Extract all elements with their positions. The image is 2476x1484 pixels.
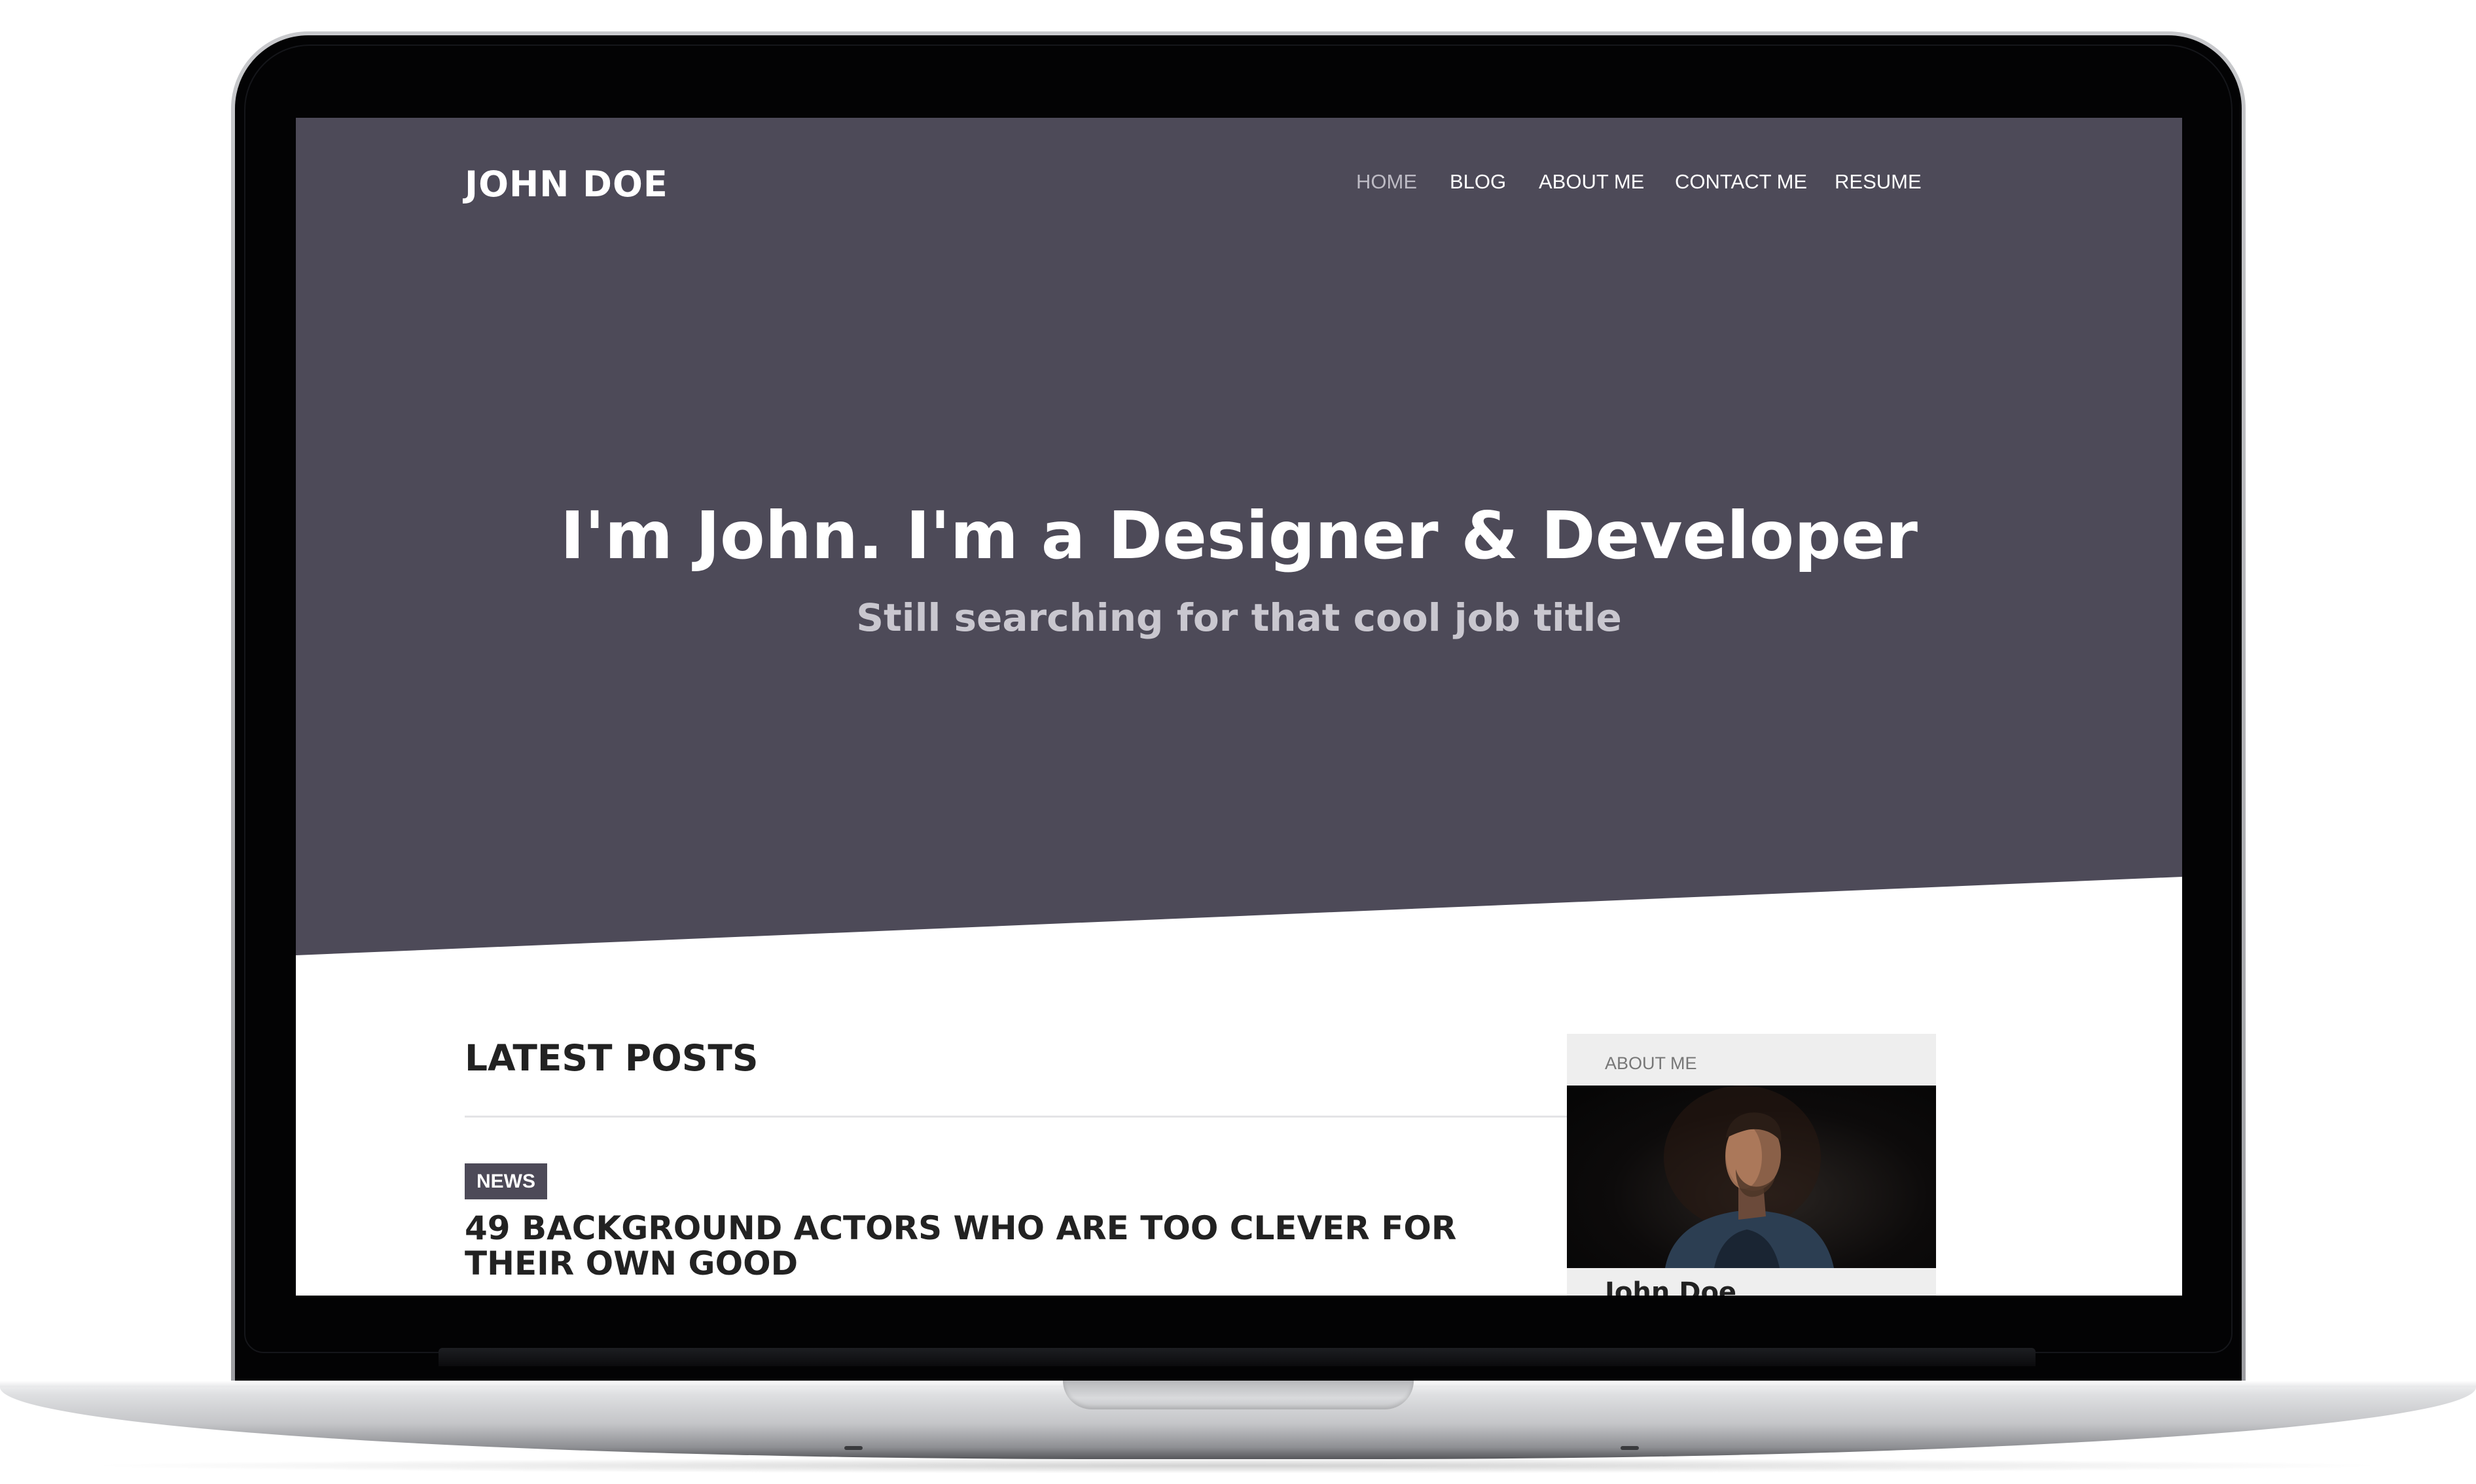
laptop-notch [1063,1381,1414,1409]
post-title-link[interactable]: 49 BACKGROUND ACTORS WHO ARE TOO CLEVER … [465,1210,1525,1281]
main-nav: HOME BLOG ABOUT ME CONTACT ME RESUME [1356,164,2030,203]
laptop-foot-left [844,1446,863,1450]
hero-subtitle: Still searching for that cool job title [856,595,1622,640]
site-brand[interactable]: JOHN DOE [465,164,668,205]
nav-blog[interactable]: BLOG [1450,170,1506,194]
nav-contact-me[interactable]: CONTACT ME [1675,170,1807,194]
nav-home[interactable]: HOME [1356,170,1417,194]
person-portrait-icon [1664,1086,1834,1268]
about-me-widget: ABOUT ME John Doe [1567,1034,1936,1296]
latest-posts-heading: LATEST POSTS [465,1037,759,1079]
nav-resume[interactable]: RESUME [1835,170,1922,194]
website-screen: JOHN DOE HOME BLOG ABOUT ME CONTACT ME R… [296,118,2182,1296]
profile-photo [1567,1086,1936,1268]
about-me-widget-label: ABOUT ME [1605,1053,1697,1073]
post-tag-badge[interactable]: NEWS [465,1163,547,1199]
about-me-name: John Doe [1605,1277,1737,1296]
laptop-floor-shadow [79,1458,2395,1474]
nav-about-me[interactable]: ABOUT ME [1539,170,1644,194]
posts-divider [465,1116,1601,1118]
hero-title: I'm John. I'm a Designer & Developer [560,497,1918,574]
laptop-foot-right [1621,1446,1639,1450]
laptop-hinge [439,1348,2036,1366]
